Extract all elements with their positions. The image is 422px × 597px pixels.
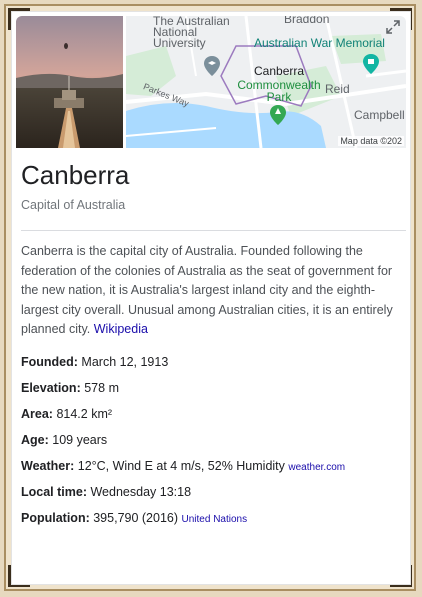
memorial-pin-icon[interactable] — [363, 54, 379, 74]
fact-label[interactable]: Weather: — [21, 459, 74, 473]
fact-value: 578 m — [84, 381, 119, 395]
divider — [21, 230, 406, 231]
fact-value: 814.2 km² — [56, 407, 113, 421]
population-source-link[interactable]: United Nations — [182, 514, 248, 525]
fact-label[interactable]: Age: — [21, 433, 49, 447]
fact-label[interactable]: Population: — [21, 511, 90, 525]
entity-subtitle: Capital of Australia — [21, 198, 126, 212]
fact-area: Area: 814.2 km² — [21, 405, 405, 431]
map-label-awm: Australian War Memorial — [254, 36, 385, 50]
fact-population: Population: 395,790 (2016) United Nation… — [21, 509, 405, 535]
expand-map-button[interactable] — [384, 18, 402, 36]
fact-value: 109 years — [52, 433, 108, 447]
map-attribution: Map data ©202 — [338, 136, 404, 146]
fact-elevation: Elevation: 578 m — [21, 379, 405, 405]
facts-list: Founded: March 12, 1913 Elevation: 578 m… — [21, 353, 405, 535]
fact-value: March 12, 1913 — [81, 355, 169, 369]
park-pin-icon[interactable] — [270, 105, 286, 125]
entity-title: Canberra — [21, 160, 130, 190]
city-map[interactable]: The Australian National University Bradd… — [126, 16, 406, 148]
expand-icon — [386, 20, 400, 34]
fact-label[interactable]: Area: — [21, 407, 53, 421]
fact-local-time: Local time: Wednesday 13:18 — [21, 483, 405, 509]
city-photo[interactable] — [16, 16, 123, 148]
fact-value: 395,790 (2016) — [93, 511, 179, 525]
entity-description: Canberra is the capital city of Australi… — [21, 242, 405, 340]
fact-age: Age: 109 years — [21, 431, 405, 457]
fact-value: 12°C, Wind E at 4 m/s, 52% Humidity — [77, 459, 285, 473]
university-pin-icon[interactable] — [204, 56, 220, 76]
fact-value: Wednesday 13:18 — [90, 485, 192, 499]
map-label-commonwealth-park: Commonwealth Park — [237, 78, 321, 104]
map-label-canberra: Canberra — [254, 64, 305, 78]
fact-label[interactable]: Elevation: — [21, 381, 81, 395]
weather-source-link[interactable]: weather.com — [288, 462, 345, 473]
fact-label[interactable]: Founded: — [21, 355, 78, 369]
description-text: Canberra is the capital city of Australi… — [21, 244, 393, 337]
fact-weather: Weather: 12°C, Wind E at 4 m/s, 52% Humi… — [21, 457, 405, 483]
wikipedia-link[interactable]: Wikipedia — [94, 322, 148, 336]
map-label-campbell: Campbell — [354, 108, 405, 122]
map-label-reid: Reid — [325, 82, 350, 96]
fact-founded: Founded: March 12, 1913 — [21, 353, 405, 379]
map-label-anu: The Australian National University — [153, 16, 230, 50]
fact-label[interactable]: Local time: — [21, 485, 87, 499]
map-label-braddon: Braddon — [284, 16, 330, 26]
